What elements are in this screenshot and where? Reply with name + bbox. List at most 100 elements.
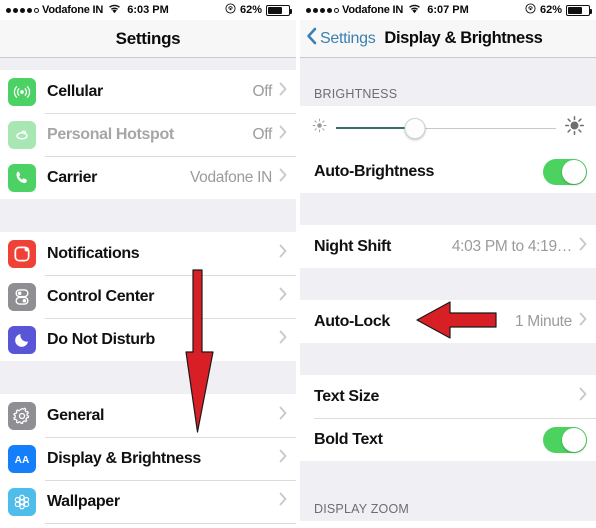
status-left: Vodafone IN — [306, 4, 421, 17]
auto-lock-value: 1 Minute — [514, 312, 572, 330]
bold-text-label: Bold Text — [314, 430, 383, 448]
cellular-icon — [8, 77, 36, 106]
chevron-right-icon — [279, 406, 287, 425]
auto-lock-label: Auto-Lock — [314, 312, 390, 330]
chevron-right-icon — [279, 244, 287, 263]
battery-percent-label: 62% — [539, 4, 562, 16]
left-nav-bar: Settings — [0, 20, 296, 58]
auto-brightness-toggle[interactable] — [543, 158, 587, 185]
night-shift-row[interactable]: Night Shift 4:03 PM to 4:19… — [300, 225, 596, 268]
brightness-low-icon — [312, 118, 327, 138]
text-size-label: Text Size — [314, 387, 380, 405]
list-spacer — [300, 268, 596, 300]
notifications-icon — [8, 239, 36, 268]
list-spacer — [0, 58, 296, 70]
settings-row-notifications[interactable]: Notifications — [0, 232, 296, 275]
left-status-bar: Vodafone IN 6:03 PM 62% — [0, 0, 296, 20]
settings-row-label: Display & Brightness — [47, 449, 201, 467]
wifi-icon — [108, 4, 121, 17]
battery-percent-label: 62% — [239, 4, 262, 16]
rotation-lock-icon — [525, 3, 536, 17]
settings-row-value: Off — [252, 82, 273, 100]
personal-hotspot-icon — [8, 120, 36, 149]
chevron-left-icon — [306, 26, 318, 51]
right-phone-screen: Vodafone IN 6:07 PM 62% Settings Display… — [300, 0, 596, 528]
settings-row-label: General — [47, 406, 105, 424]
status-left: Vodafone IN — [6, 4, 121, 17]
display-brightness-icon: AA — [8, 444, 36, 473]
chevron-right-icon — [579, 387, 587, 406]
settings-row-personal-hotspot[interactable]: Personal Hotspot Off — [0, 113, 296, 156]
svg-text:AA: AA — [15, 455, 30, 466]
settings-row-display-brightness[interactable]: AA Display & Brightness — [0, 437, 296, 480]
settings-row-label: Notifications — [47, 244, 140, 262]
settings-row-label: Carrier — [47, 168, 98, 186]
settings-row-label: Control Center — [47, 287, 155, 305]
battery-icon — [566, 4, 592, 16]
wallpaper-icon — [8, 487, 36, 516]
display-zoom-group — [300, 521, 596, 528]
chevron-right-icon — [279, 168, 287, 187]
text-size-row[interactable]: Text Size — [300, 375, 596, 418]
settings-row-value: Off — [252, 125, 273, 143]
left-phone-screen: Vodafone IN 6:03 PM 62% Settings Cellula… — [0, 0, 296, 528]
settings-group-connectivity: Cellular Off Personal Hotspot Off Carrier Vod… — [0, 70, 296, 199]
page-title: Display & Brightness — [384, 29, 543, 47]
auto-lock-row[interactable]: Auto-Lock 1 Minute — [300, 300, 596, 343]
status-right: 62% — [225, 3, 292, 17]
do-not-disturb-icon — [8, 325, 36, 354]
section-header-display-zoom: DISPLAY ZOOM — [314, 502, 410, 516]
rotation-lock-icon — [225, 3, 236, 17]
auto-brightness-row[interactable]: Auto-Brightness — [300, 150, 596, 193]
back-button-label: Settings — [320, 29, 376, 47]
brightness-group: Auto-Brightness — [300, 106, 596, 193]
bold-text-toggle[interactable] — [543, 426, 587, 453]
settings-row-cellular[interactable]: Cellular Off — [0, 70, 296, 113]
general-gear-icon — [8, 401, 36, 430]
list-spacer — [300, 193, 596, 225]
list-spacer — [300, 58, 596, 82]
settings-row-general[interactable]: General — [0, 394, 296, 437]
brightness-slider[interactable] — [336, 117, 556, 139]
back-button[interactable]: Settings — [306, 26, 376, 51]
settings-row-value: Vodafone IN — [189, 168, 272, 186]
right-status-bar: Vodafone IN 6:07 PM 62% — [300, 0, 596, 20]
signal-dots-icon — [306, 7, 339, 13]
control-center-icon — [8, 282, 36, 311]
chevron-right-icon — [579, 237, 587, 256]
brightness-slider-row[interactable] — [300, 106, 596, 150]
text-group: Text Size Bold Text — [300, 375, 596, 461]
chevron-right-icon — [279, 330, 287, 349]
settings-group-general: General AA Display & Brightness Wallpaper So… — [0, 394, 296, 528]
chevron-right-icon — [579, 312, 587, 331]
right-nav-bar: Settings Display & Brightness — [300, 20, 596, 58]
auto-lock-group: Auto-Lock 1 Minute — [300, 300, 596, 343]
slider-filled-track — [336, 127, 416, 129]
auto-brightness-label: Auto-Brightness — [314, 162, 435, 180]
bold-text-row[interactable]: Bold Text — [300, 418, 596, 461]
settings-row-wallpaper[interactable]: Wallpaper — [0, 480, 296, 523]
list-spacer — [0, 361, 296, 394]
list-spacer — [300, 461, 596, 495]
settings-row-label: Wallpaper — [47, 492, 120, 510]
battery-icon — [266, 4, 292, 16]
list-spacer — [300, 343, 596, 375]
settings-row-do-not-disturb[interactable]: Do Not Disturb — [0, 318, 296, 361]
slider-thumb[interactable] — [404, 117, 426, 139]
display-zoom-header-wrap: DISPLAY ZOOM — [300, 495, 596, 521]
status-right: 62% — [525, 3, 592, 17]
chevron-right-icon — [279, 287, 287, 306]
settings-row-carrier[interactable]: Carrier Vodafone IN — [0, 156, 296, 199]
wifi-icon — [408, 4, 421, 17]
chevron-right-icon — [279, 125, 287, 144]
settings-row-control-center[interactable]: Control Center — [0, 275, 296, 318]
settings-row-sounds[interactable]: Sounds — [0, 523, 296, 528]
status-carrier-label: Vodafone IN — [342, 4, 404, 16]
brightness-section-header-wrap: BRIGHTNESS — [300, 82, 596, 106]
settings-row-label: Personal Hotspot — [47, 125, 174, 143]
settings-group-notifications: Notifications Control Center Do Not Distur… — [0, 232, 296, 361]
status-carrier-label: Vodafone IN — [42, 4, 104, 16]
section-header-brightness: BRIGHTNESS — [314, 87, 398, 101]
page-title: Settings — [115, 28, 181, 48]
chevron-right-icon — [279, 449, 287, 468]
